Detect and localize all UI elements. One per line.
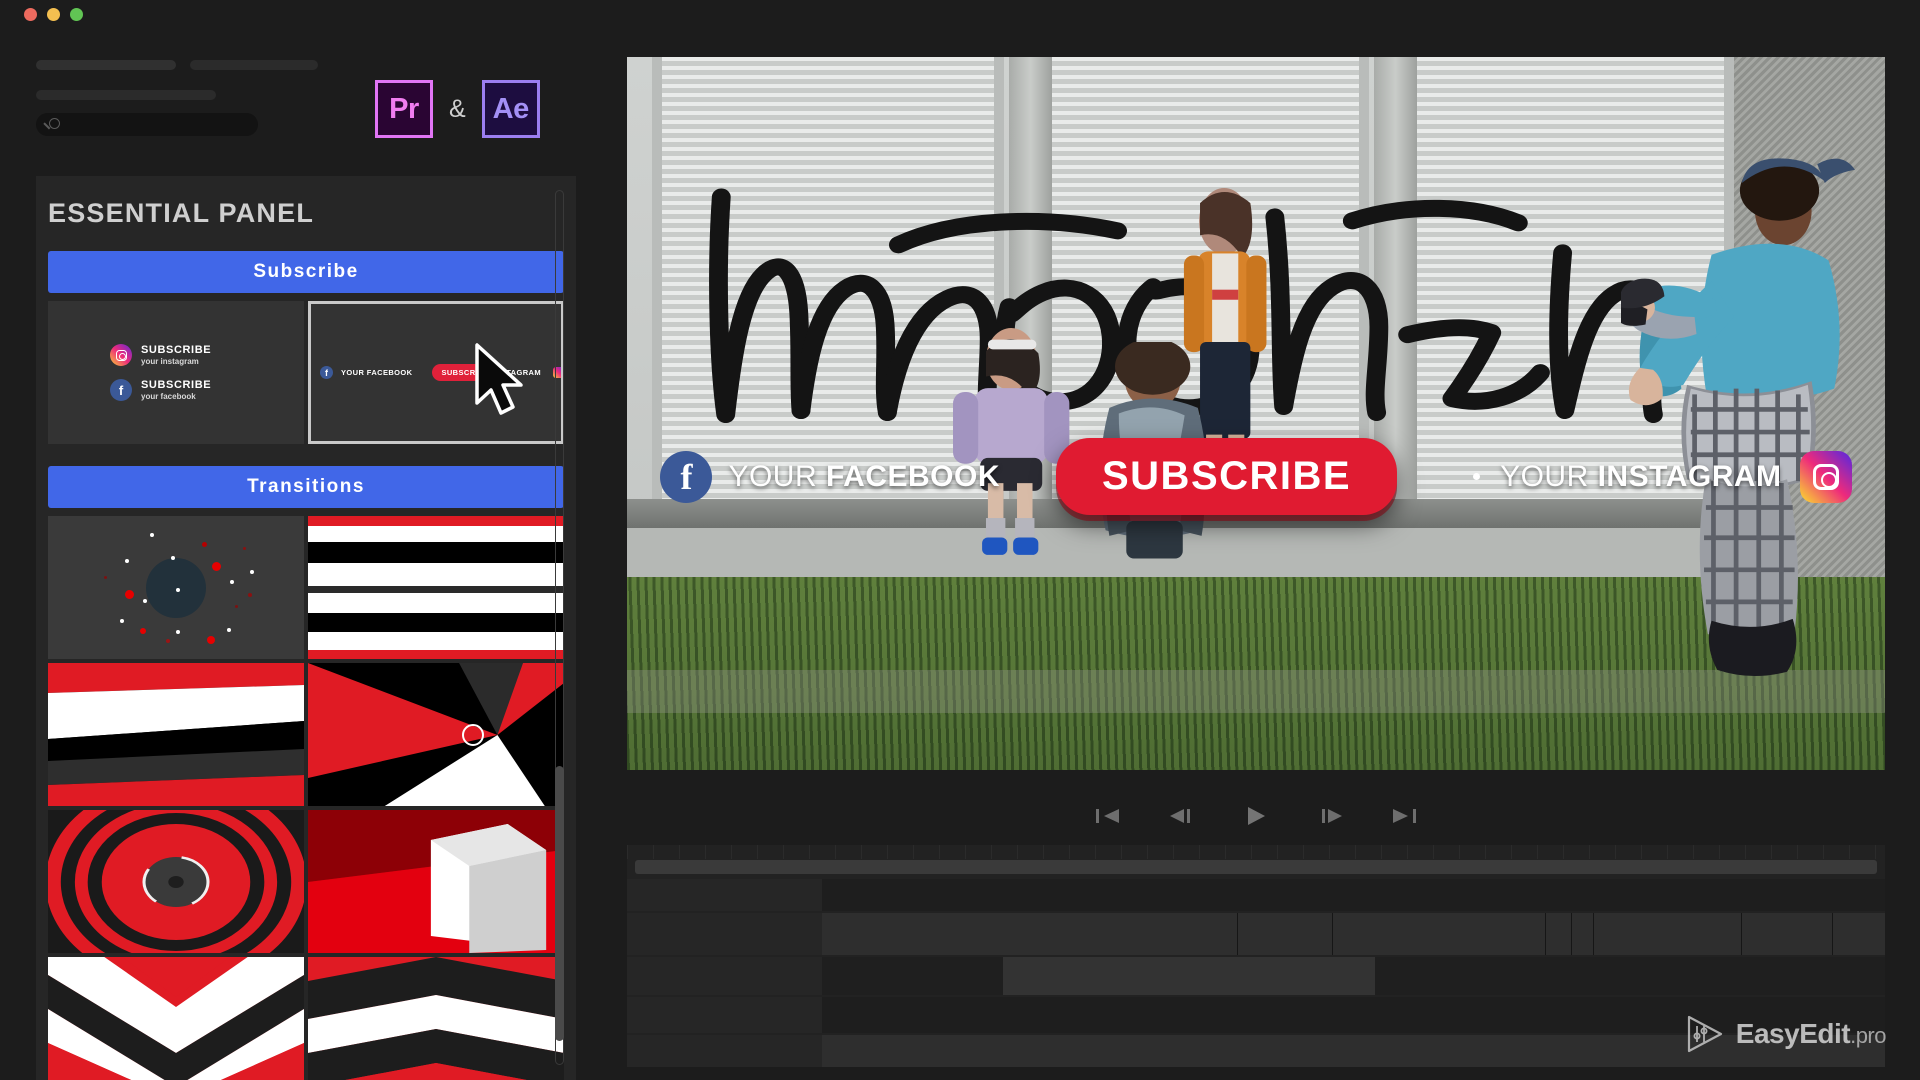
transitions-grid [48, 516, 564, 1080]
facebook-block: f YOUR FACEBOOK [660, 450, 1000, 503]
watermark-name: EasyEdit [1735, 1018, 1851, 1049]
transition-diagonal-bands[interactable] [48, 663, 304, 806]
preset-line-title: SUBSCRIBE [141, 344, 212, 357]
preset-line: f SUBSCRIBE your facebook [110, 379, 304, 401]
preset-subscribe-bar[interactable]: f YOUR FACEBOOK SUBSCRIBE TAGRAM [308, 301, 564, 444]
maximize-button[interactable] [70, 8, 83, 21]
play-icon [461, 724, 484, 747]
section-header-subscribe[interactable]: Subscribe [48, 251, 564, 293]
video-frame: f YOUR FACEBOOK SUBSCRIBE YOUR INSTAGRAM [627, 57, 1885, 770]
preset-facebook-label: YOUR FACEBOOK [341, 368, 413, 377]
transition-radial-rays[interactable] [308, 663, 564, 806]
person-kicking [1620, 158, 1855, 677]
preset-line: SUBSCRIBE your instagram [110, 344, 304, 366]
facebook-icon: f [660, 450, 713, 503]
facebook-icon: f [320, 366, 333, 379]
step-back-button[interactable] [1167, 805, 1197, 827]
easyedit-watermark: EasyEdit.pro [1684, 1014, 1886, 1054]
track-v3[interactable] [627, 879, 1885, 911]
go-to-out-point-button[interactable] [1389, 805, 1419, 827]
facebook-prefix: YOUR [728, 459, 826, 493]
preset-line-title: SUBSCRIBE [141, 379, 212, 392]
minimize-button[interactable] [47, 8, 60, 21]
track-v2[interactable] [627, 913, 1885, 955]
facebook-bold: FACEBOOK [825, 459, 1000, 493]
work-area-bar[interactable] [635, 860, 1877, 874]
transition-chevron-up[interactable] [308, 957, 564, 1080]
app-window: Pr & Ae ESSENTIAL PANEL Subscribe SUBSCR… [0, 0, 1920, 1080]
facebook-icon: f [110, 379, 132, 401]
placeholder-bar [190, 60, 318, 70]
instagram-handle-label: YOUR INSTAGRAM [1500, 460, 1781, 494]
transition-cube-spin[interactable] [308, 810, 564, 953]
watermark-tld: .pro [1850, 1023, 1886, 1048]
panel-scrollbar-thumb[interactable] [555, 766, 564, 1041]
instagram-bold: INSTAGRAM [1597, 459, 1782, 493]
easyedit-logo-icon [1684, 1014, 1724, 1054]
search-icon [49, 118, 60, 129]
timeline-clip[interactable] [1002, 957, 1375, 995]
instagram-icon [110, 344, 132, 366]
transition-particles-burst[interactable] [48, 516, 304, 659]
instagram-prefix: YOUR [1500, 459, 1598, 493]
play-button[interactable] [1241, 805, 1271, 827]
after-effects-icon: Ae [481, 80, 540, 138]
preset-line-subtitle: your facebook [141, 391, 196, 401]
separator-dot [1473, 473, 1481, 481]
subscribe-preset-grid: SUBSCRIBE your instagram f SUBSCRIBE you… [48, 301, 564, 444]
playback-controls [627, 795, 1885, 837]
transition-chevron-down[interactable] [48, 957, 304, 1080]
essential-panel: ESSENTIAL PANEL Subscribe SUBSCRIBE your… [36, 176, 576, 1080]
step-forward-button[interactable] [1315, 805, 1345, 827]
ampersand-label: & [449, 94, 466, 123]
premiere-pro-icon: Pr [375, 80, 433, 138]
page-title: ESSENTIAL PANEL [48, 198, 315, 228]
supported-apps: Pr & Ae [375, 80, 540, 138]
facebook-handle-label: YOUR FACEBOOK [728, 460, 1000, 494]
window-traffic-lights [24, 8, 83, 21]
easyedit-wordmark: EasyEdit.pro [1735, 1018, 1887, 1050]
section-header-transitions[interactable]: Transitions [48, 466, 564, 508]
go-to-in-point-button[interactable] [1093, 805, 1123, 827]
preset-subscribe-stack[interactable]: SUBSCRIBE your instagram f SUBSCRIBE you… [48, 301, 304, 444]
program-monitor[interactable]: f YOUR FACEBOOK SUBSCRIBE YOUR INSTAGRAM [627, 57, 1885, 770]
transition-horizontal-stripes[interactable] [308, 516, 564, 659]
search-input[interactable] [36, 113, 258, 136]
preset-line-subtitle: your instagram [141, 356, 199, 366]
placeholder-bar [36, 60, 176, 70]
track-v1[interactable] [627, 957, 1885, 995]
placeholder-bar [36, 90, 216, 100]
transition-concentric-target[interactable] [48, 810, 304, 953]
subscribe-cta-button[interactable]: SUBSCRIBE [1055, 438, 1398, 516]
timeline-ruler[interactable] [627, 845, 1885, 859]
subscribe-lower-third: f YOUR FACEBOOK SUBSCRIBE YOUR INSTAGRAM [627, 438, 1885, 516]
close-button[interactable] [24, 8, 37, 21]
instagram-icon [1799, 450, 1852, 503]
